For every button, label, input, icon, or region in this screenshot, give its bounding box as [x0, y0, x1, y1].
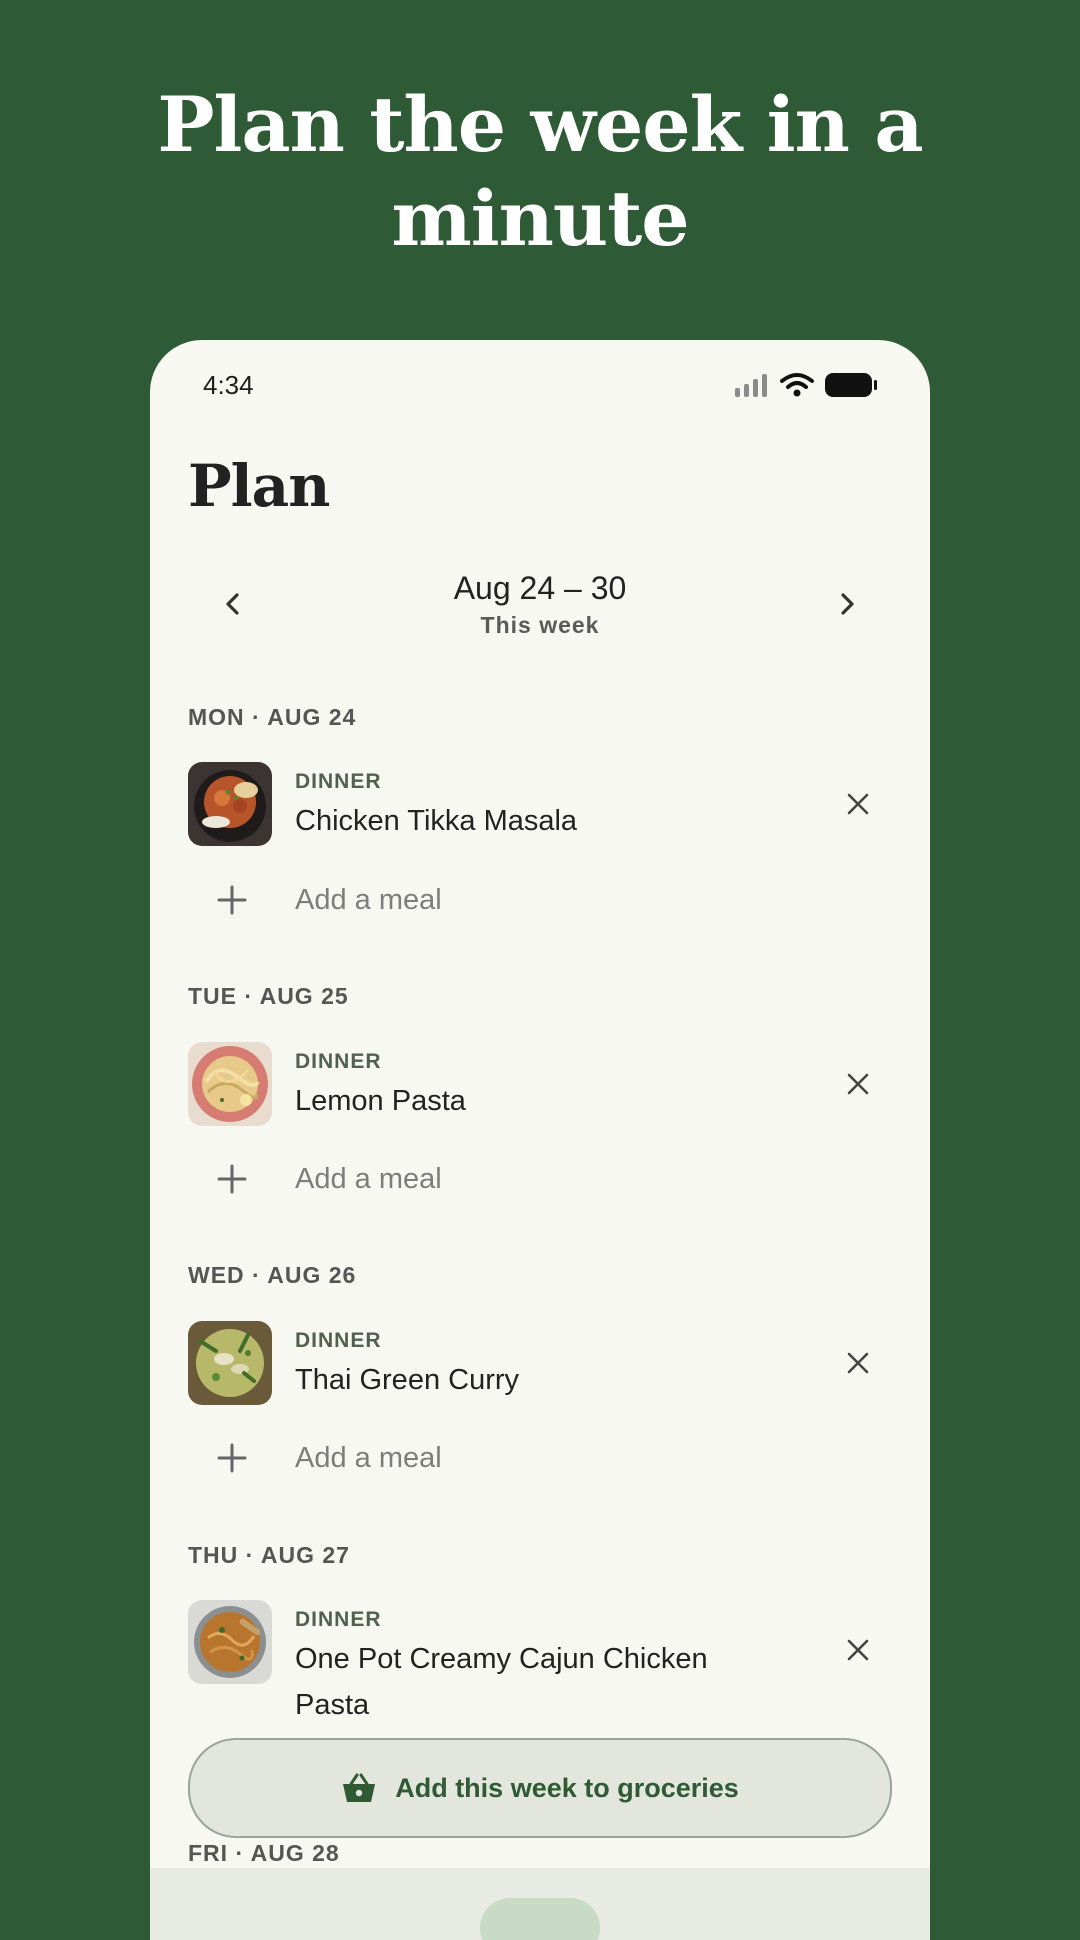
meal-item[interactable]: DINNER Thai Green Curry	[188, 1321, 892, 1411]
signal-icon	[735, 374, 767, 397]
add-meal-label: Add a meal	[295, 1442, 442, 1474]
wifi-icon	[780, 373, 814, 397]
add-meal-button[interactable]: Add a meal	[188, 1151, 788, 1211]
day-header: THU · AUG 27	[188, 1542, 350, 1568]
next-week-button[interactable]	[817, 574, 877, 634]
meal-name: Chicken Tikka Masala	[295, 805, 578, 837]
remove-meal-button[interactable]	[836, 1341, 880, 1385]
add-meal-label: Add a meal	[295, 1163, 442, 1195]
close-icon	[847, 1073, 869, 1095]
plus-icon	[217, 885, 247, 915]
meal-item[interactable]: DINNER Lemon Pasta	[188, 1042, 892, 1132]
day-header: FRI · AUG 28	[188, 1840, 340, 1866]
add-meal-button[interactable]: Add a meal	[188, 1430, 788, 1490]
meal-thumbnail	[188, 1600, 272, 1684]
basket-icon	[343, 1773, 376, 1802]
week-navigator: Aug 24 – 30 This week	[150, 568, 930, 648]
plus-icon	[217, 1443, 247, 1473]
close-icon	[847, 793, 869, 815]
chevron-right-icon	[841, 593, 854, 615]
add-meal-button[interactable]: Add a meal	[188, 872, 788, 932]
close-icon	[847, 1352, 869, 1374]
close-icon	[847, 1639, 869, 1661]
meal-type: DINNER	[295, 1329, 382, 1352]
remove-meal-button[interactable]	[836, 782, 880, 826]
meal-thumbnail	[188, 762, 272, 846]
status-time: 4:34	[203, 370, 254, 400]
page-title: Plan	[188, 452, 330, 520]
nav-item-plan[interactable]	[480, 1898, 600, 1940]
meal-item[interactable]: DINNER One Pot Creamy Cajun Chicken Past…	[188, 1600, 892, 1730]
headline: Plan the week in a minute	[157, 80, 923, 263]
meal-type: DINNER	[295, 770, 382, 793]
meal-name: One Pot Creamy Cajun Chicken Pasta	[295, 1643, 708, 1721]
meal-type: DINNER	[295, 1050, 382, 1073]
meal-thumbnail	[188, 1321, 272, 1405]
meal-thumbnail	[188, 1042, 272, 1126]
plus-icon	[217, 1164, 247, 1194]
meal-type: DINNER	[295, 1608, 382, 1631]
week-range: Aug 24 – 30	[453, 570, 627, 606]
week-label: This week	[480, 612, 600, 638]
add-to-groceries-label: Add this week to groceries	[395, 1772, 739, 1803]
day-header: MON · AUG 24	[188, 704, 357, 730]
bottom-navigation	[150, 1868, 930, 1940]
meal-name: Lemon Pasta	[295, 1085, 466, 1117]
meal-name: Thai Green Curry	[295, 1364, 520, 1396]
day-header: WED · AUG 26	[188, 1262, 357, 1288]
status-icons	[734, 372, 878, 398]
remove-meal-button[interactable]	[836, 1628, 880, 1672]
phone-screen: 4:34 Plan Aug 24 – 30 This week MON · AU…	[150, 340, 930, 1940]
day-header: TUE · AUG 25	[188, 983, 349, 1009]
add-to-groceries-button[interactable]: Add this week to groceries	[188, 1738, 892, 1838]
remove-meal-button[interactable]	[836, 1062, 880, 1106]
battery-icon	[825, 373, 877, 397]
add-meal-label: Add a meal	[295, 884, 442, 916]
meal-item[interactable]: DINNER Chicken Tikka Masala	[188, 762, 892, 852]
